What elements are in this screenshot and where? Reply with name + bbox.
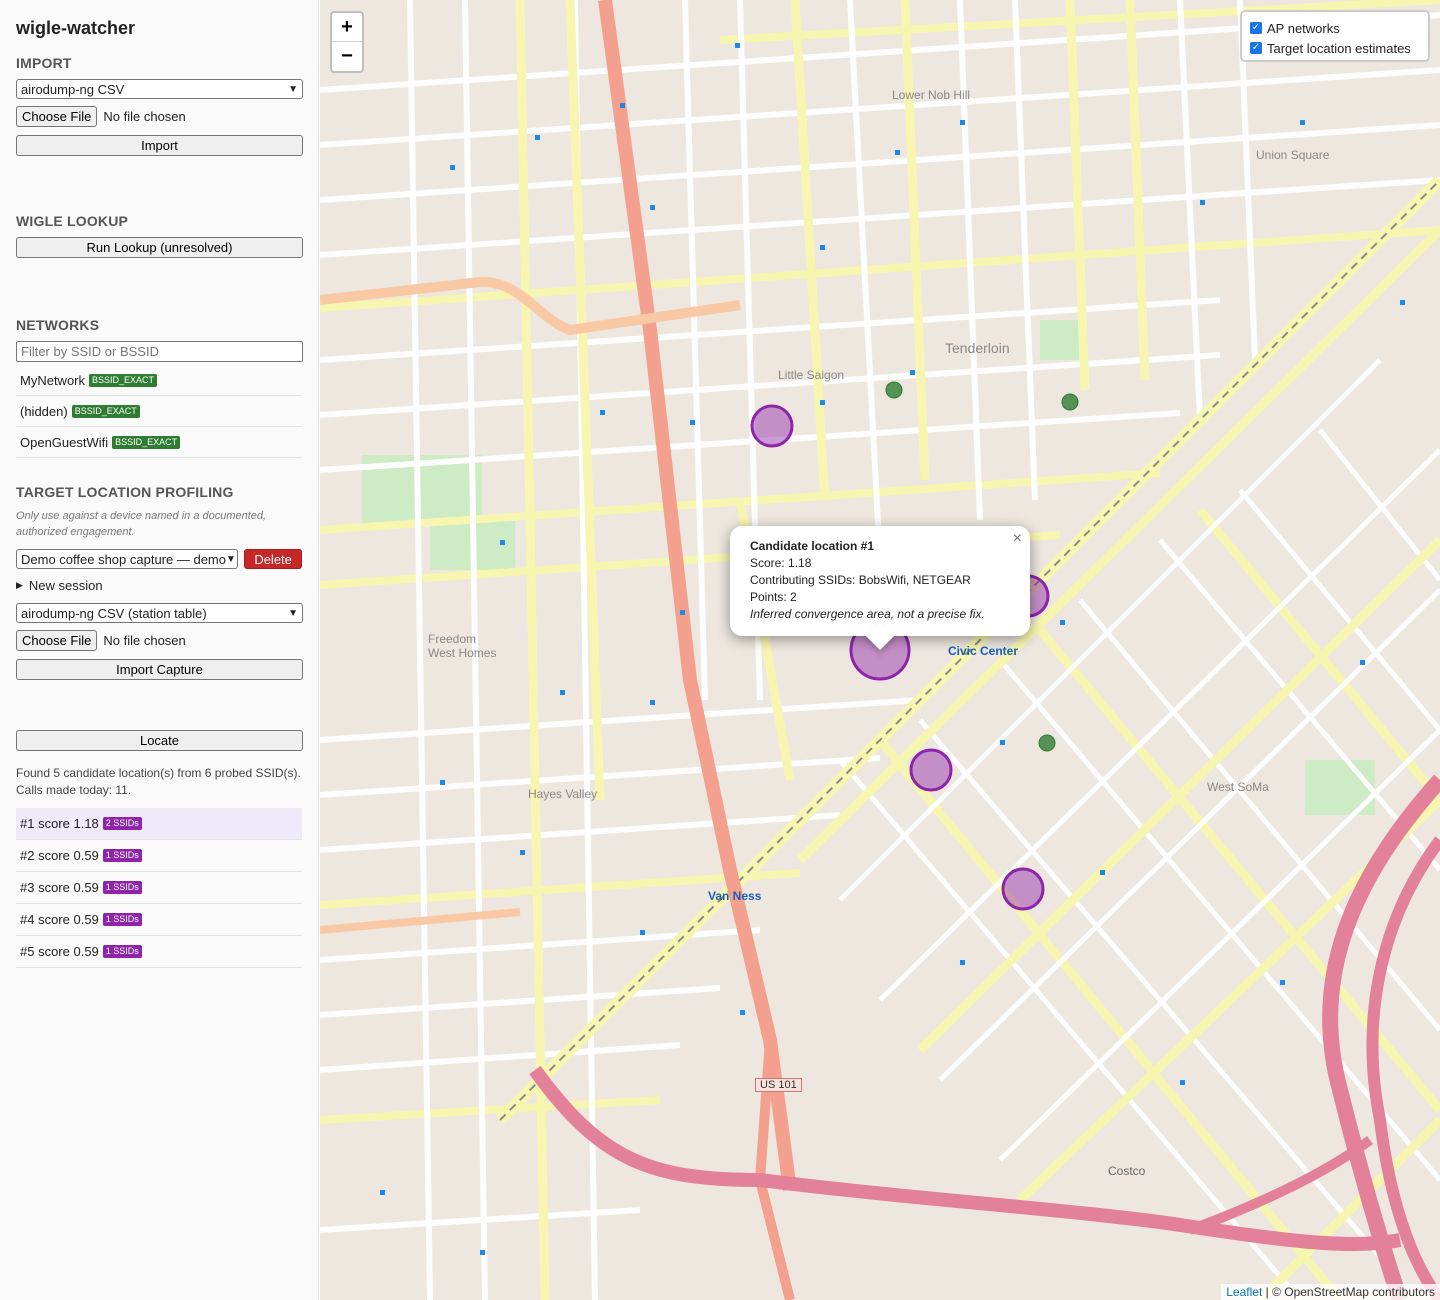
network-filter-input[interactable]: Filter by SSID or BSSID [16, 341, 303, 362]
new-session-toggle[interactable]: ▶ New session [16, 578, 302, 593]
match-badge: BSSID_EXACT [112, 435, 181, 449]
map[interactable]: Tenderloin Little Saigon Civic Center Un… [320, 0, 1440, 1300]
ap-marker [1038, 734, 1056, 752]
layer-control: ✓ AP networks ✓ Target location estimate… [1240, 10, 1430, 62]
candidate-label: #2 score 0.59 [20, 848, 99, 863]
popup-title: Candidate location #1 [750, 539, 875, 553]
close-icon[interactable]: × [1013, 530, 1022, 547]
ssid-count-badge: 1 SSIDs [102, 913, 142, 926]
layer-ap-networks[interactable]: ✓ AP networks [1250, 18, 1420, 38]
import-file-row: Choose File No file chosen [16, 106, 302, 127]
label-freedom-west: Freedom West Homes [428, 632, 497, 660]
network-ssid: OpenGuestWifi [20, 434, 109, 450]
profiling-heading: TARGET LOCATION PROFILING [16, 484, 234, 500]
candidate-item[interactable]: #2 score 0.59 1 SSIDs [16, 840, 302, 872]
ssid-count-badge: 2 SSIDs [102, 817, 142, 830]
candidate-popup: × Candidate location #1 Score: 1.18 Cont… [730, 526, 1030, 651]
run-lookup-button[interactable]: Run Lookup (unresolved) [16, 237, 303, 258]
layer-target-estimates[interactable]: ✓ Target location estimates [1250, 38, 1420, 58]
import-button[interactable]: Import [16, 135, 303, 156]
triangle-right-icon: ▶ [16, 580, 23, 590]
app-title: wigle-watcher [16, 18, 136, 38]
label-costco: Costco [1108, 1164, 1146, 1178]
capture-choose-file-button[interactable]: Choose File [16, 630, 98, 651]
session-row: Demo coffee shop capture — demo ▼ Delete [16, 549, 302, 569]
candidate-label: #3 score 0.59 [20, 880, 99, 895]
import-format-value: airodump-ng CSV [21, 81, 125, 97]
candidate-marker-4 [1001, 867, 1045, 911]
capture-file-status: No file chosen [103, 633, 186, 648]
candidate-marker-2 [750, 404, 794, 448]
networks-heading: NETWORKS [16, 317, 100, 333]
match-badge: BSSID_EXACT [89, 373, 158, 387]
popup-points: Points: 2 [750, 590, 797, 604]
candidate-item[interactable]: #3 score 0.59 1 SSIDs [16, 872, 302, 904]
import-choose-file-button[interactable]: Choose File [16, 106, 98, 127]
sidebar: wigle-watcher IMPORT airodump-ng CSV ▼ C… [0, 0, 319, 1300]
label-us101-shield: US 101 [755, 1078, 802, 1092]
network-ssid: (hidden) [20, 403, 68, 419]
ssid-count-badge: 1 SSIDs [102, 881, 142, 894]
new-session-label: New session [28, 578, 103, 593]
session-select-value: Demo coffee shop capture — demo [21, 551, 226, 567]
zoom-in-button[interactable]: + [332, 13, 362, 42]
popup-ssids: Contributing SSIDs: BobsWifi, NETGEAR [750, 573, 971, 587]
capture-file-row: Choose File No file chosen [16, 630, 302, 651]
label-tenderloin: Tenderloin [945, 340, 1010, 356]
ssid-count-badge: 1 SSIDs [102, 849, 142, 862]
label-union-square: Union Square [1256, 148, 1330, 162]
candidate-marker-3 [909, 748, 953, 792]
chevron-down-icon: ▼ [288, 607, 298, 619]
checkbox-checked-icon[interactable]: ✓ [1250, 42, 1262, 54]
session-select[interactable]: Demo coffee shop capture — demo ▼ [16, 549, 239, 569]
locate-button[interactable]: Locate [16, 730, 303, 751]
candidate-label: #4 score 0.59 [20, 912, 99, 927]
label-lower-nob-hill: Lower Nob Hill [892, 88, 971, 102]
import-heading: IMPORT [16, 55, 72, 71]
capture-format-value: airodump-ng CSV (station table) [21, 605, 207, 621]
import-format-select[interactable]: airodump-ng CSV ▼ [16, 79, 303, 99]
network-item[interactable]: MyNetwork BSSID_EXACT [16, 365, 302, 396]
import-capture-button[interactable]: Import Capture [16, 659, 303, 680]
label-van-ness: Van Ness [708, 889, 762, 903]
candidate-label: #5 score 0.59 [20, 944, 99, 959]
checkbox-checked-icon[interactable]: ✓ [1250, 22, 1262, 34]
map-attribution: Leaflet | © OpenStreetMap contributors [1221, 1284, 1440, 1300]
match-badge: BSSID_EXACT [71, 404, 140, 418]
label-civic-center: Civic Center [948, 644, 1019, 658]
authorization-note: Only use against a device named in a doc… [16, 510, 267, 538]
lookup-heading: WIGLE LOOKUP [16, 213, 129, 229]
leaflet-link[interactable]: Leaflet [1226, 1285, 1262, 1299]
popup-note: Inferred convergence area, not a precise… [750, 607, 985, 621]
network-ssid: MyNetwork [20, 372, 86, 388]
layer-target-label: Target location estimates [1267, 40, 1411, 56]
capture-format-select[interactable]: airodump-ng CSV (station table) ▼ [16, 603, 303, 623]
import-file-status: No file chosen [103, 109, 186, 124]
locate-result-text: Found 5 candidate location(s) from 6 pro… [16, 766, 301, 797]
candidate-item[interactable]: #4 score 0.59 1 SSIDs [16, 904, 302, 936]
network-item[interactable]: OpenGuestWifi BSSID_EXACT [16, 427, 302, 458]
ap-marker [1061, 393, 1079, 411]
label-west-soma: West SoMa [1207, 780, 1269, 794]
chevron-down-icon: ▼ [288, 83, 298, 95]
ssid-count-badge: 1 SSIDs [102, 945, 142, 958]
candidate-item[interactable]: #5 score 0.59 1 SSIDs [16, 936, 302, 968]
chevron-down-icon: ▼ [226, 553, 236, 565]
zoom-control: + − [330, 11, 364, 73]
ap-marker [885, 381, 903, 399]
candidate-item[interactable]: #1 score 1.18 2 SSIDs [16, 808, 302, 840]
network-item[interactable]: (hidden) BSSID_EXACT [16, 396, 302, 427]
delete-session-button[interactable]: Delete [244, 549, 302, 569]
zoom-out-button[interactable]: − [332, 42, 362, 71]
osm-attribution: | © OpenStreetMap contributors [1265, 1285, 1435, 1299]
candidate-label: #1 score 1.18 [20, 816, 99, 831]
layer-ap-label: AP networks [1267, 20, 1340, 36]
popup-score: Score: 1.18 [750, 556, 812, 570]
label-hayes-valley: Hayes Valley [528, 787, 598, 801]
label-little-saigon: Little Saigon [778, 368, 845, 382]
